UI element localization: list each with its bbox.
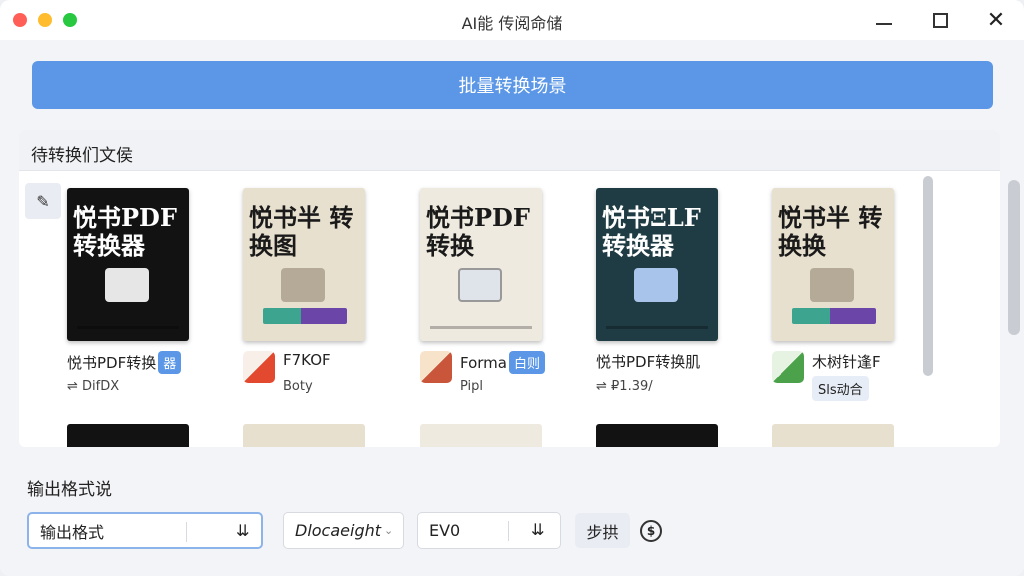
file-meta: Sls动合 (812, 376, 869, 401)
book-cover-partial[interactable] (596, 424, 718, 447)
book-cover-partial[interactable] (243, 424, 365, 447)
format-badge: 器 (158, 351, 182, 374)
batch-convert-button[interactable]: 批量转换场景 (32, 61, 993, 109)
chevron-down-icon: ⌄ (384, 524, 394, 537)
maximize-icon[interactable] (928, 8, 952, 32)
format-badge: Sls动合 (812, 376, 869, 401)
device-illustration (105, 268, 149, 302)
cover-title: 悦书PDF 转换器 (73, 203, 177, 260)
document-select[interactable]: Dlocaeight ⌄ (283, 512, 404, 549)
book-cover: 悦书半 转换换 (772, 188, 894, 341)
file-label: 木树针逢F (812, 353, 881, 371)
file-label: 悦书PDF转换肌 (596, 353, 701, 371)
coin-icon[interactable]: $ (640, 520, 662, 542)
app-icon (420, 351, 452, 383)
file-meta: ⇌ DifDX (67, 379, 120, 394)
book-cover-partial[interactable] (67, 424, 189, 447)
app-icon (772, 351, 804, 383)
output-format-select[interactable]: 输出格式 ⇊ (27, 512, 263, 549)
device-illustration (634, 268, 678, 302)
edit-icon[interactable]: ✎ (25, 183, 61, 219)
close-icon[interactable]: ✕ (984, 8, 1008, 33)
chevron-down-icon: ⇊ (531, 520, 545, 539)
window-scrollbar[interactable] (1008, 180, 1020, 335)
book-cover: 悦书PDF 转换 (420, 188, 542, 341)
book-cover-partial[interactable] (420, 424, 542, 447)
window-title: AI能 传阅命储 (461, 14, 563, 33)
file-label: 悦书PDF转换器 (67, 351, 182, 374)
format-badge: 白则 (508, 351, 545, 374)
app-icon (243, 351, 275, 383)
minimize-icon[interactable] (872, 8, 896, 32)
file-meta: ⇌ ₽1.39/ (596, 379, 653, 394)
app-window: AI能 传阅命储 ✕ 批量转换场景 待转换们文侯 ✎ 悦书PDF 转换器 悦书P… (0, 0, 1024, 576)
cover-title: 悦书ΞLF 转换器 (602, 203, 701, 260)
illustration (810, 268, 854, 302)
file-label: Forma 白则 (460, 351, 545, 374)
book-cover: 悦书ΞLF 转换器 (596, 188, 718, 341)
file-meta: Pipl (460, 379, 484, 394)
title-bar: AI能 传阅命储 ✕ (0, 0, 1024, 40)
panel-title: 待转换们文侯 (19, 130, 1000, 171)
panel-scrollbar[interactable] (923, 176, 933, 376)
book-cover: 悦书PDF 转换器 (67, 188, 189, 341)
encoding-select[interactable]: EV0 ⇊ (417, 512, 561, 549)
output-section-label: 输出格式说 (27, 480, 112, 500)
cover-title: 悦书PDF 转换 (426, 203, 530, 260)
cover-title: 悦书半 转换图 (249, 203, 354, 260)
book-cover: 悦书半 转换图 (243, 188, 365, 341)
chevron-down-icon: ⇊ (236, 521, 250, 540)
file-meta: Boty (283, 379, 313, 394)
device-illustration (458, 268, 502, 302)
book-cover-partial[interactable] (772, 424, 894, 447)
cover-title: 悦书半 转换换 (778, 203, 883, 260)
illustration (281, 268, 325, 302)
file-label: F7KOF (283, 351, 331, 369)
file-list-panel: 待转换们文侯 ✎ 悦书PDF 转换器 悦书PDF转换器 ⇌ DifDX 悦书半 … (19, 130, 1000, 447)
step-button[interactable]: 步拱 (575, 513, 630, 548)
